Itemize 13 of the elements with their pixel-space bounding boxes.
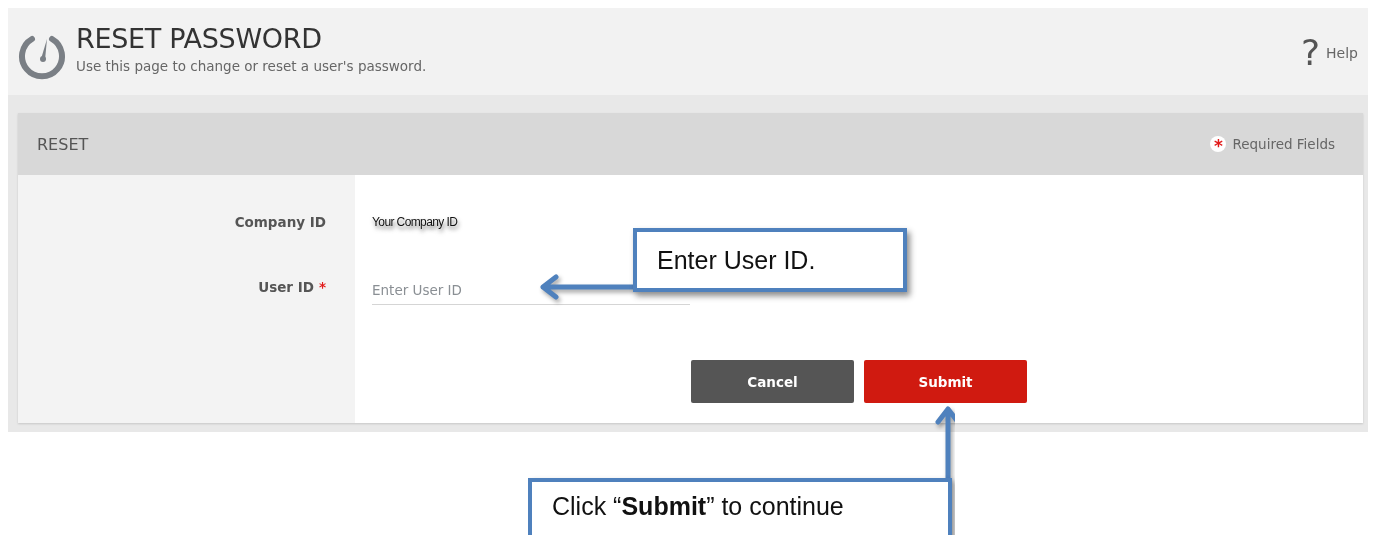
required-mark: * xyxy=(318,279,326,295)
cancel-button[interactable]: Cancel xyxy=(691,360,854,403)
page-title: RESET PASSWORD xyxy=(76,22,323,56)
callout-text: Click “Submit” to continue xyxy=(552,491,844,521)
submit-button[interactable]: Submit xyxy=(864,360,1027,403)
required-icon: * xyxy=(1210,136,1227,152)
field-label: User ID xyxy=(258,279,314,295)
page-subtitle: Use this page to change or reset a user's password. xyxy=(76,57,427,75)
help-icon: ? xyxy=(1300,35,1321,71)
field-label: Company ID xyxy=(234,214,326,230)
required-fields-note: Required Fields xyxy=(1232,136,1335,152)
card-title: RESET xyxy=(37,134,89,154)
company-id-value: Your Company ID xyxy=(372,215,458,229)
